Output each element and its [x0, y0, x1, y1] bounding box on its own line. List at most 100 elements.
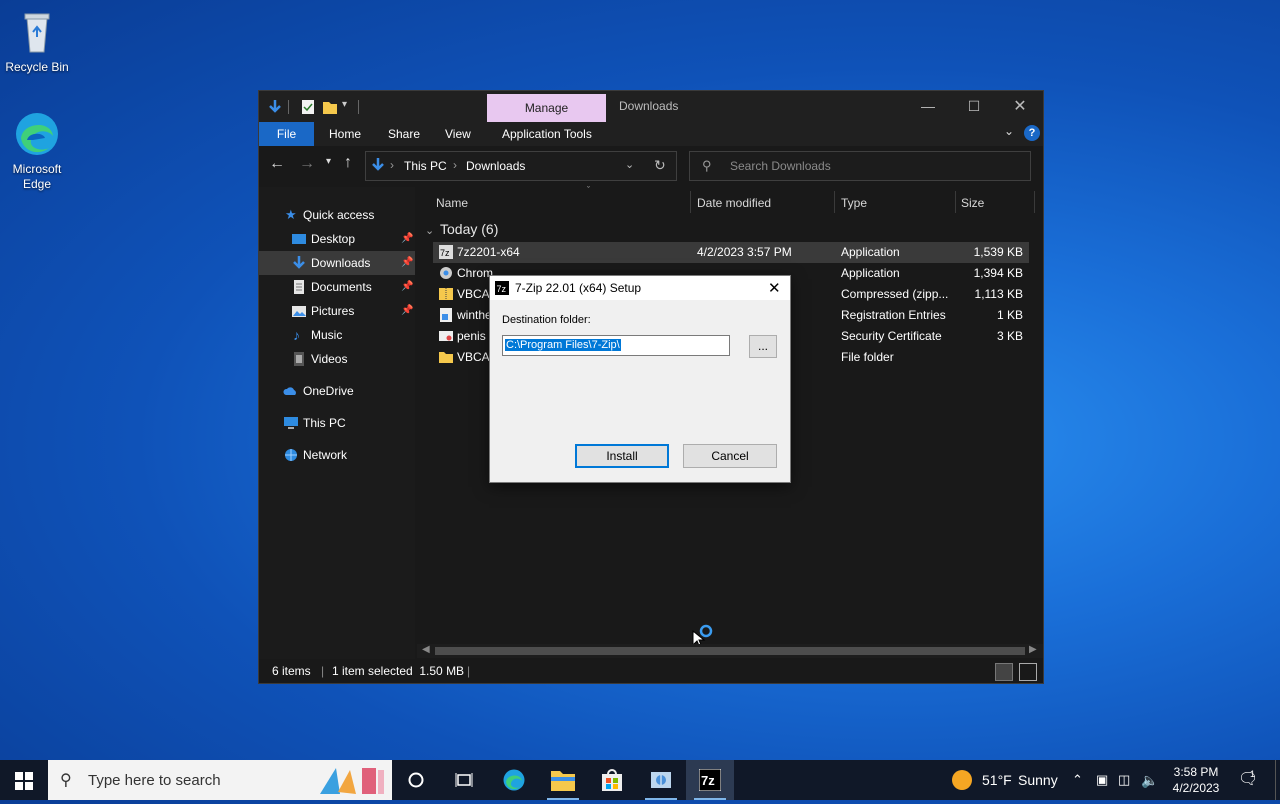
collapse-group-icon[interactable]: ⌄	[425, 224, 434, 237]
nav-item-onedrive[interactable]: OneDrive	[259, 379, 415, 403]
breadcrumb-downloads[interactable]: Downloads	[466, 159, 525, 173]
taskbar-search[interactable]: ⚲ Type here to search	[48, 760, 392, 800]
file-type: Application	[841, 245, 900, 259]
scroll-left-icon[interactable]: ◀	[422, 644, 430, 655]
install-button[interactable]: Install	[575, 444, 669, 468]
help-icon[interactable]: ?	[1024, 125, 1040, 141]
nav-item-pictures[interactable]: Pictures 📌	[259, 299, 415, 323]
windows-start-icon[interactable]	[15, 772, 33, 790]
tab-view[interactable]: View	[445, 122, 471, 146]
destination-field[interactable]: C:\Program Files\7-Zip\	[502, 335, 730, 356]
taskbar-7zip[interactable]: 7z	[686, 760, 734, 800]
nav-item-network[interactable]: Network	[259, 443, 415, 467]
nav-item-label: Desktop	[311, 232, 356, 246]
nav-item-label: Videos	[311, 352, 348, 366]
zip-folder-icon	[439, 288, 453, 300]
file-size: 1,394 KB	[973, 266, 1023, 280]
forward-arrow-icon[interactable]: →	[299, 155, 315, 173]
tab-file[interactable]: File	[259, 122, 314, 146]
pin-icon: 📌	[401, 257, 414, 268]
show-hidden-icons-icon[interactable]: ⌃	[1072, 760, 1083, 800]
taskbar-edge[interactable]	[490, 760, 538, 800]
svg-text:7z: 7z	[497, 284, 507, 294]
close-button[interactable]: ✕	[997, 91, 1043, 122]
up-arrow-icon[interactable]: ↑	[344, 154, 352, 172]
horizontal-scrollbar[interactable]: ◀ ▶	[417, 644, 1043, 658]
clock[interactable]: 3:58 PM 4/2/2023	[1166, 760, 1226, 804]
registry-icon	[440, 308, 452, 322]
pin-icon: 📌	[401, 233, 414, 244]
sort-indicator-icon: ˇ	[587, 185, 590, 195]
cloud-icon	[283, 387, 296, 395]
taskbar-store[interactable]	[588, 760, 636, 800]
maximize-button[interactable]: ☐	[951, 91, 997, 122]
search-box[interactable]: ⚲ Search Downloads	[689, 151, 1031, 181]
download-arrow-icon[interactable]	[267, 99, 283, 115]
scroll-right-icon[interactable]: ▶	[1029, 644, 1037, 655]
taskbar-file-explorer[interactable]	[539, 760, 587, 800]
properties-icon[interactable]	[300, 99, 316, 115]
recent-locations-icon[interactable]: ▾	[326, 156, 331, 167]
file-type: Security Certificate	[841, 329, 942, 343]
search-placeholder: Search Downloads	[730, 159, 831, 173]
clock-date: 4/2/2023	[1172, 781, 1220, 795]
destination-label: Destination folder:	[502, 314, 591, 326]
refresh-icon[interactable]: ↻	[654, 157, 666, 174]
column-header-type[interactable]: Type	[841, 191, 867, 215]
breadcrumb-this-pc[interactable]: This PC	[404, 159, 447, 173]
expand-ribbon-icon[interactable]: ⌄	[1004, 124, 1014, 138]
selection-info: 1 item selected 1.50 MB	[332, 664, 465, 678]
tab-home[interactable]: Home	[329, 122, 361, 146]
group-header[interactable]: Today (6)	[440, 221, 498, 237]
nav-item-desktop[interactable]: Desktop 📌	[259, 227, 415, 251]
nav-item-videos[interactable]: Videos	[259, 347, 415, 371]
customize-qat-icon[interactable]: ▾	[342, 99, 347, 110]
table-row[interactable]: 7z 7z2201-x64 4/2/2023 3:57 PM Applicati…	[433, 242, 1029, 263]
cancel-button[interactable]: Cancel	[683, 444, 777, 468]
new-folder-icon[interactable]	[322, 99, 338, 115]
divider: |	[321, 664, 325, 678]
taskbar-control-panel[interactable]	[637, 760, 685, 800]
column-header-name[interactable]: Name	[436, 191, 468, 215]
nav-item-downloads[interactable]: Downloads 📌	[259, 251, 415, 275]
volume-icon[interactable]: 🔈	[1141, 760, 1158, 800]
desktop-icon-edge[interactable]: Microsoft Edge	[0, 110, 74, 192]
navigation-bar: ← → ▾ ↑ › This PC › Downloads ⌄ ↻ ⚲ Sear…	[259, 146, 1043, 186]
edge-icon	[503, 769, 525, 791]
divider	[834, 191, 835, 213]
large-icons-view-icon[interactable]	[1019, 663, 1037, 681]
tab-share[interactable]: Share	[388, 122, 420, 146]
taskbar-cortana[interactable]	[392, 760, 440, 800]
network-tray-icon[interactable]: ◫	[1118, 760, 1130, 800]
star-icon: ★	[285, 207, 297, 222]
address-bar[interactable]: › This PC › Downloads ⌄ ↻	[365, 151, 677, 181]
nav-item-this-pc[interactable]: This PC	[259, 411, 415, 435]
nav-item-music[interactable]: ♪ Music	[259, 323, 415, 347]
chrome-setup-icon	[440, 267, 452, 279]
nav-item-documents[interactable]: Documents 📌	[259, 275, 415, 299]
taskbar-task-view[interactable]	[440, 760, 488, 800]
desktop-icon-recycle-bin[interactable]: Recycle Bin	[0, 8, 74, 75]
file-name: winthe	[457, 308, 492, 322]
show-desktop-button[interactable]	[1275, 760, 1276, 800]
column-header-date[interactable]: Date modified	[697, 191, 771, 215]
nav-item-quick-access[interactable]: ★ Quick access	[259, 203, 415, 227]
column-header-size[interactable]: Size	[961, 191, 984, 215]
address-dropdown-icon[interactable]: ⌄	[625, 158, 634, 171]
meet-now-icon[interactable]: ▣	[1096, 760, 1108, 800]
nav-item-label: This PC	[303, 416, 346, 430]
tab-application-tools[interactable]: Application Tools	[502, 122, 592, 146]
navigation-pane: ★ Quick access Desktop 📌 Downloads 📌 Doc…	[259, 187, 415, 659]
back-arrow-icon[interactable]: ←	[269, 155, 285, 173]
scrollbar-thumb[interactable]	[435, 647, 1025, 655]
close-icon[interactable]: ✕	[768, 279, 781, 297]
browse-button[interactable]: ...	[749, 335, 777, 358]
desktop-icon-label: Microsoft Edge	[12, 162, 62, 191]
details-view-icon[interactable]	[995, 663, 1013, 681]
tab-manage[interactable]: Manage	[487, 94, 606, 122]
minimize-button[interactable]: —	[905, 91, 951, 122]
file-size: 3 KB	[996, 329, 1023, 343]
cortana-icon	[408, 772, 424, 788]
file-name: Chrom	[457, 266, 494, 280]
edge-icon	[13, 110, 61, 158]
